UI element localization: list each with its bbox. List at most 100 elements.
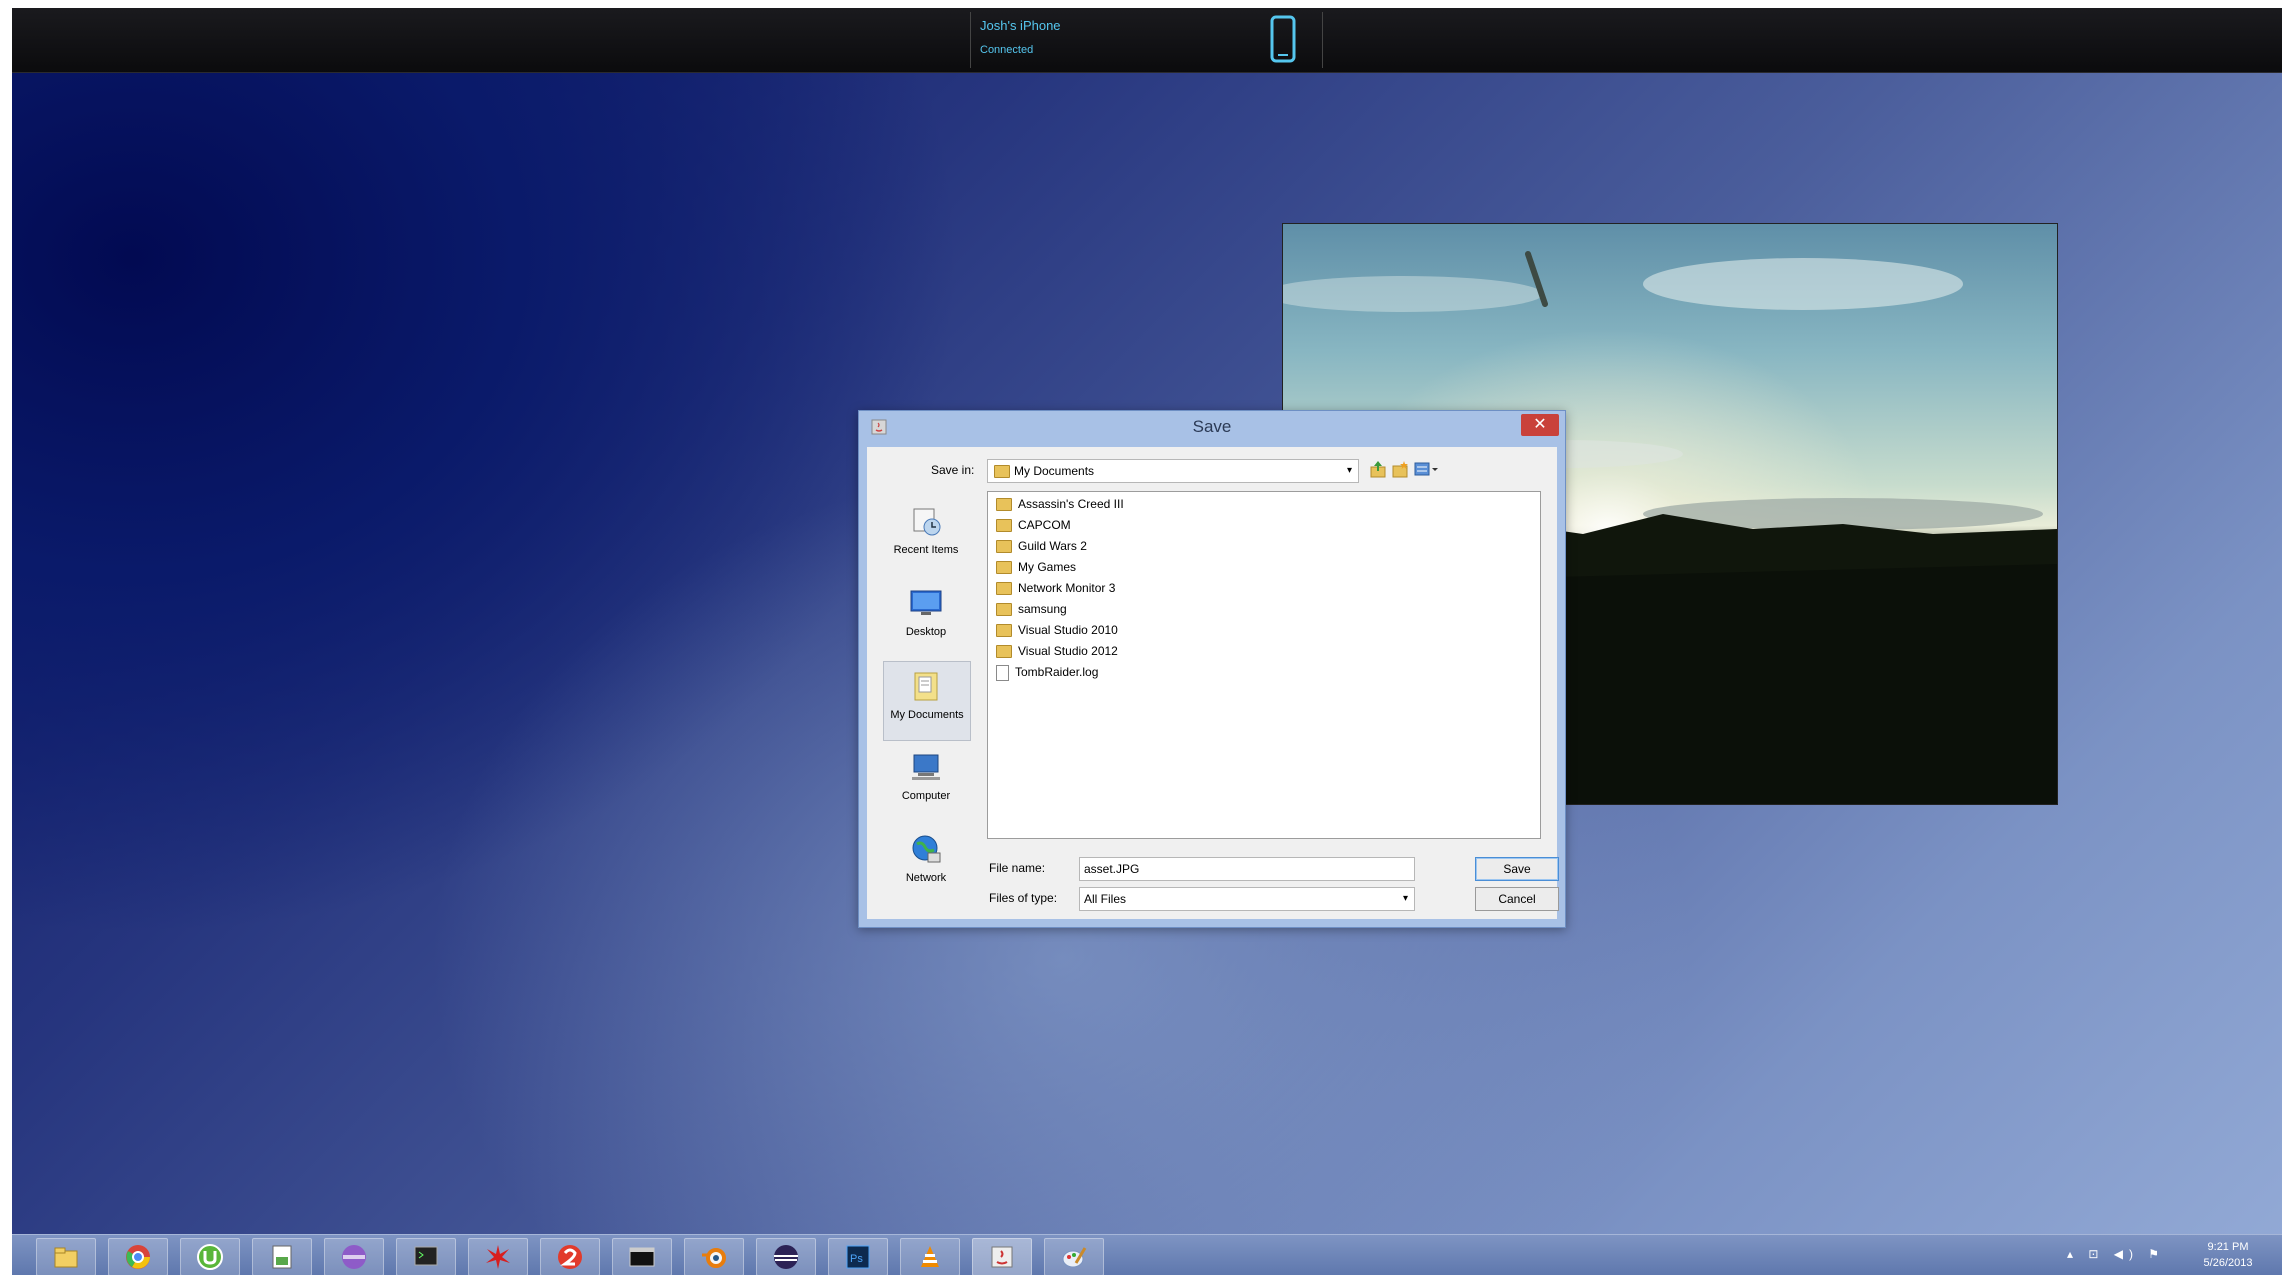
place-computer[interactable]: Computer: [883, 743, 969, 821]
list-item-label: Assassin's Creed III: [1018, 497, 1124, 511]
folder-icon: [996, 498, 1012, 512]
device-bar: Josh's iPhone Connected: [12, 8, 2282, 73]
file-list[interactable]: Assassin's Creed III CAPCOM Guild Wars 2…: [987, 491, 1541, 839]
place-network[interactable]: Network: [883, 825, 969, 903]
place-desktop[interactable]: Desktop: [883, 579, 969, 657]
my-documents-icon: [914, 672, 938, 701]
paint-icon: [1062, 1247, 1087, 1268]
list-item-label: Network Monitor 3: [1018, 581, 1116, 595]
taskbar-photoshop[interactable]: Ps: [828, 1238, 888, 1275]
folder-icon: [996, 645, 1012, 659]
taskbar-notepad[interactable]: [252, 1238, 312, 1275]
save-dialog: Save ✕ Save in: My Documents ▾ Recent It…: [858, 410, 1566, 928]
list-item[interactable]: Guild Wars 2: [996, 536, 1087, 556]
list-item-label: TombRaider.log: [1015, 665, 1099, 679]
place-label: Recent Items: [893, 544, 959, 556]
chrome-icon: [126, 1245, 150, 1269]
document-icon: [996, 664, 1009, 681]
taskbar-terminal[interactable]: [612, 1238, 672, 1275]
list-item-label: Guild Wars 2: [1018, 539, 1087, 553]
taskbar-java[interactable]: [972, 1238, 1032, 1275]
cancel-button[interactable]: Cancel: [1475, 887, 1559, 911]
taskbar-paint[interactable]: [1044, 1238, 1104, 1275]
place-label: Computer: [901, 790, 951, 802]
taskbar-media-player[interactable]: [324, 1238, 384, 1275]
new-folder-icon[interactable]: [1391, 459, 1409, 479]
network-icon: [912, 835, 941, 863]
desktop: Josh's iPhone Connected Save ✕ Save in: …: [12, 8, 2282, 1275]
list-item[interactable]: CAPCOM: [996, 515, 1071, 535]
folder-icon: [996, 603, 1012, 617]
vlc-icon: [921, 1246, 939, 1267]
utorrent-icon: [197, 1244, 223, 1270]
chevron-down-icon: ▾: [1346, 465, 1352, 476]
file-name-value: asset.JPG: [1084, 862, 1140, 876]
taskbar-vlc[interactable]: [900, 1238, 960, 1275]
phone-icon[interactable]: [1270, 15, 1296, 63]
folder-icon: [994, 465, 1010, 478]
file-type-label: Files of type:: [989, 891, 1058, 905]
recent-items-icon: [913, 508, 941, 536]
list-item[interactable]: TombRaider.log: [996, 662, 1098, 682]
taskbar-red-app[interactable]: [468, 1238, 528, 1275]
clock-date[interactable]: 5/26/2013: [2198, 1257, 2258, 1269]
clock-time[interactable]: 9:21 PM: [2198, 1241, 2258, 1253]
taskbar-app-2[interactable]: [540, 1238, 600, 1275]
java-icon: [991, 1246, 1013, 1268]
place-label: My Documents: [890, 709, 964, 721]
save-in-label: Save in:: [931, 463, 975, 477]
list-item-label: Visual Studio 2012: [1018, 644, 1118, 658]
eclipse-icon: [774, 1245, 798, 1269]
list-item-label: My Games: [1018, 560, 1077, 574]
file-name-input[interactable]: asset.JPG: [1079, 857, 1415, 881]
place-label: Desktop: [905, 626, 947, 638]
device-bar-separator-left: [970, 12, 971, 68]
view-menu-icon[interactable]: [1413, 459, 1441, 479]
taskbar-chrome[interactable]: [108, 1238, 168, 1275]
device-bar-separator-right: [1322, 12, 1323, 68]
device-status: Connected: [980, 44, 1034, 56]
media-player-icon: [342, 1245, 366, 1269]
list-item-label: samsung: [1018, 602, 1067, 616]
system-tray[interactable]: ▴ ⊡ ◀) ⚑: [2067, 1247, 2165, 1261]
list-item[interactable]: My Games: [996, 557, 1076, 577]
chevron-down-icon: ▾: [1402, 893, 1408, 904]
app-2-icon: [558, 1245, 582, 1269]
terminal-icon: [629, 1247, 655, 1267]
red-app-icon: [486, 1245, 510, 1269]
place-my-documents[interactable]: My Documents: [883, 661, 971, 741]
list-item[interactable]: Assassin's Creed III: [996, 494, 1124, 514]
notepad-icon: [272, 1245, 292, 1269]
list-item[interactable]: Network Monitor 3: [996, 578, 1115, 598]
list-item[interactable]: samsung: [996, 599, 1067, 619]
taskbar-eclipse[interactable]: [756, 1238, 816, 1275]
file-type-dropdown[interactable]: All Files ▾: [1079, 887, 1415, 911]
photoshop-icon: Ps: [846, 1245, 870, 1269]
folder-icon: [996, 561, 1012, 575]
taskbar: Ps ▴ ⊡ ◀) ⚑ 9:21 PM 5/26/2013: [12, 1234, 2282, 1275]
dialog-title: Save: [1192, 417, 1232, 436]
up-folder-icon[interactable]: [1369, 459, 1387, 479]
taskbar-blender[interactable]: [684, 1238, 744, 1275]
list-item[interactable]: Visual Studio 2012: [996, 641, 1118, 661]
desktop-icon: [910, 590, 942, 615]
close-button[interactable]: ✕: [1521, 414, 1559, 436]
file-explorer-icon: [54, 1247, 78, 1268]
file-type-value: All Files: [1084, 892, 1127, 906]
folder-icon: [996, 540, 1012, 554]
blender-icon: [702, 1248, 726, 1268]
save-button[interactable]: Save: [1475, 857, 1559, 881]
file-name-label: File name:: [989, 861, 1046, 875]
list-item[interactable]: Visual Studio 2010: [996, 620, 1118, 640]
svg-text:Ps: Ps: [850, 1253, 863, 1265]
save-in-dropdown[interactable]: My Documents ▾: [987, 459, 1359, 483]
taskbar-utorrent[interactable]: [180, 1238, 240, 1275]
taskbar-file-explorer[interactable]: [36, 1238, 96, 1275]
computer-icon: [912, 754, 940, 780]
place-label: Network: [905, 872, 947, 884]
taskbar-console[interactable]: [396, 1238, 456, 1275]
device-name: Josh's iPhone: [980, 18, 1061, 33]
dialog-client: Save in: My Documents ▾ Recent Items Des…: [867, 447, 1559, 919]
folder-icon: [996, 582, 1012, 596]
place-recent-items[interactable]: Recent Items: [883, 497, 969, 575]
